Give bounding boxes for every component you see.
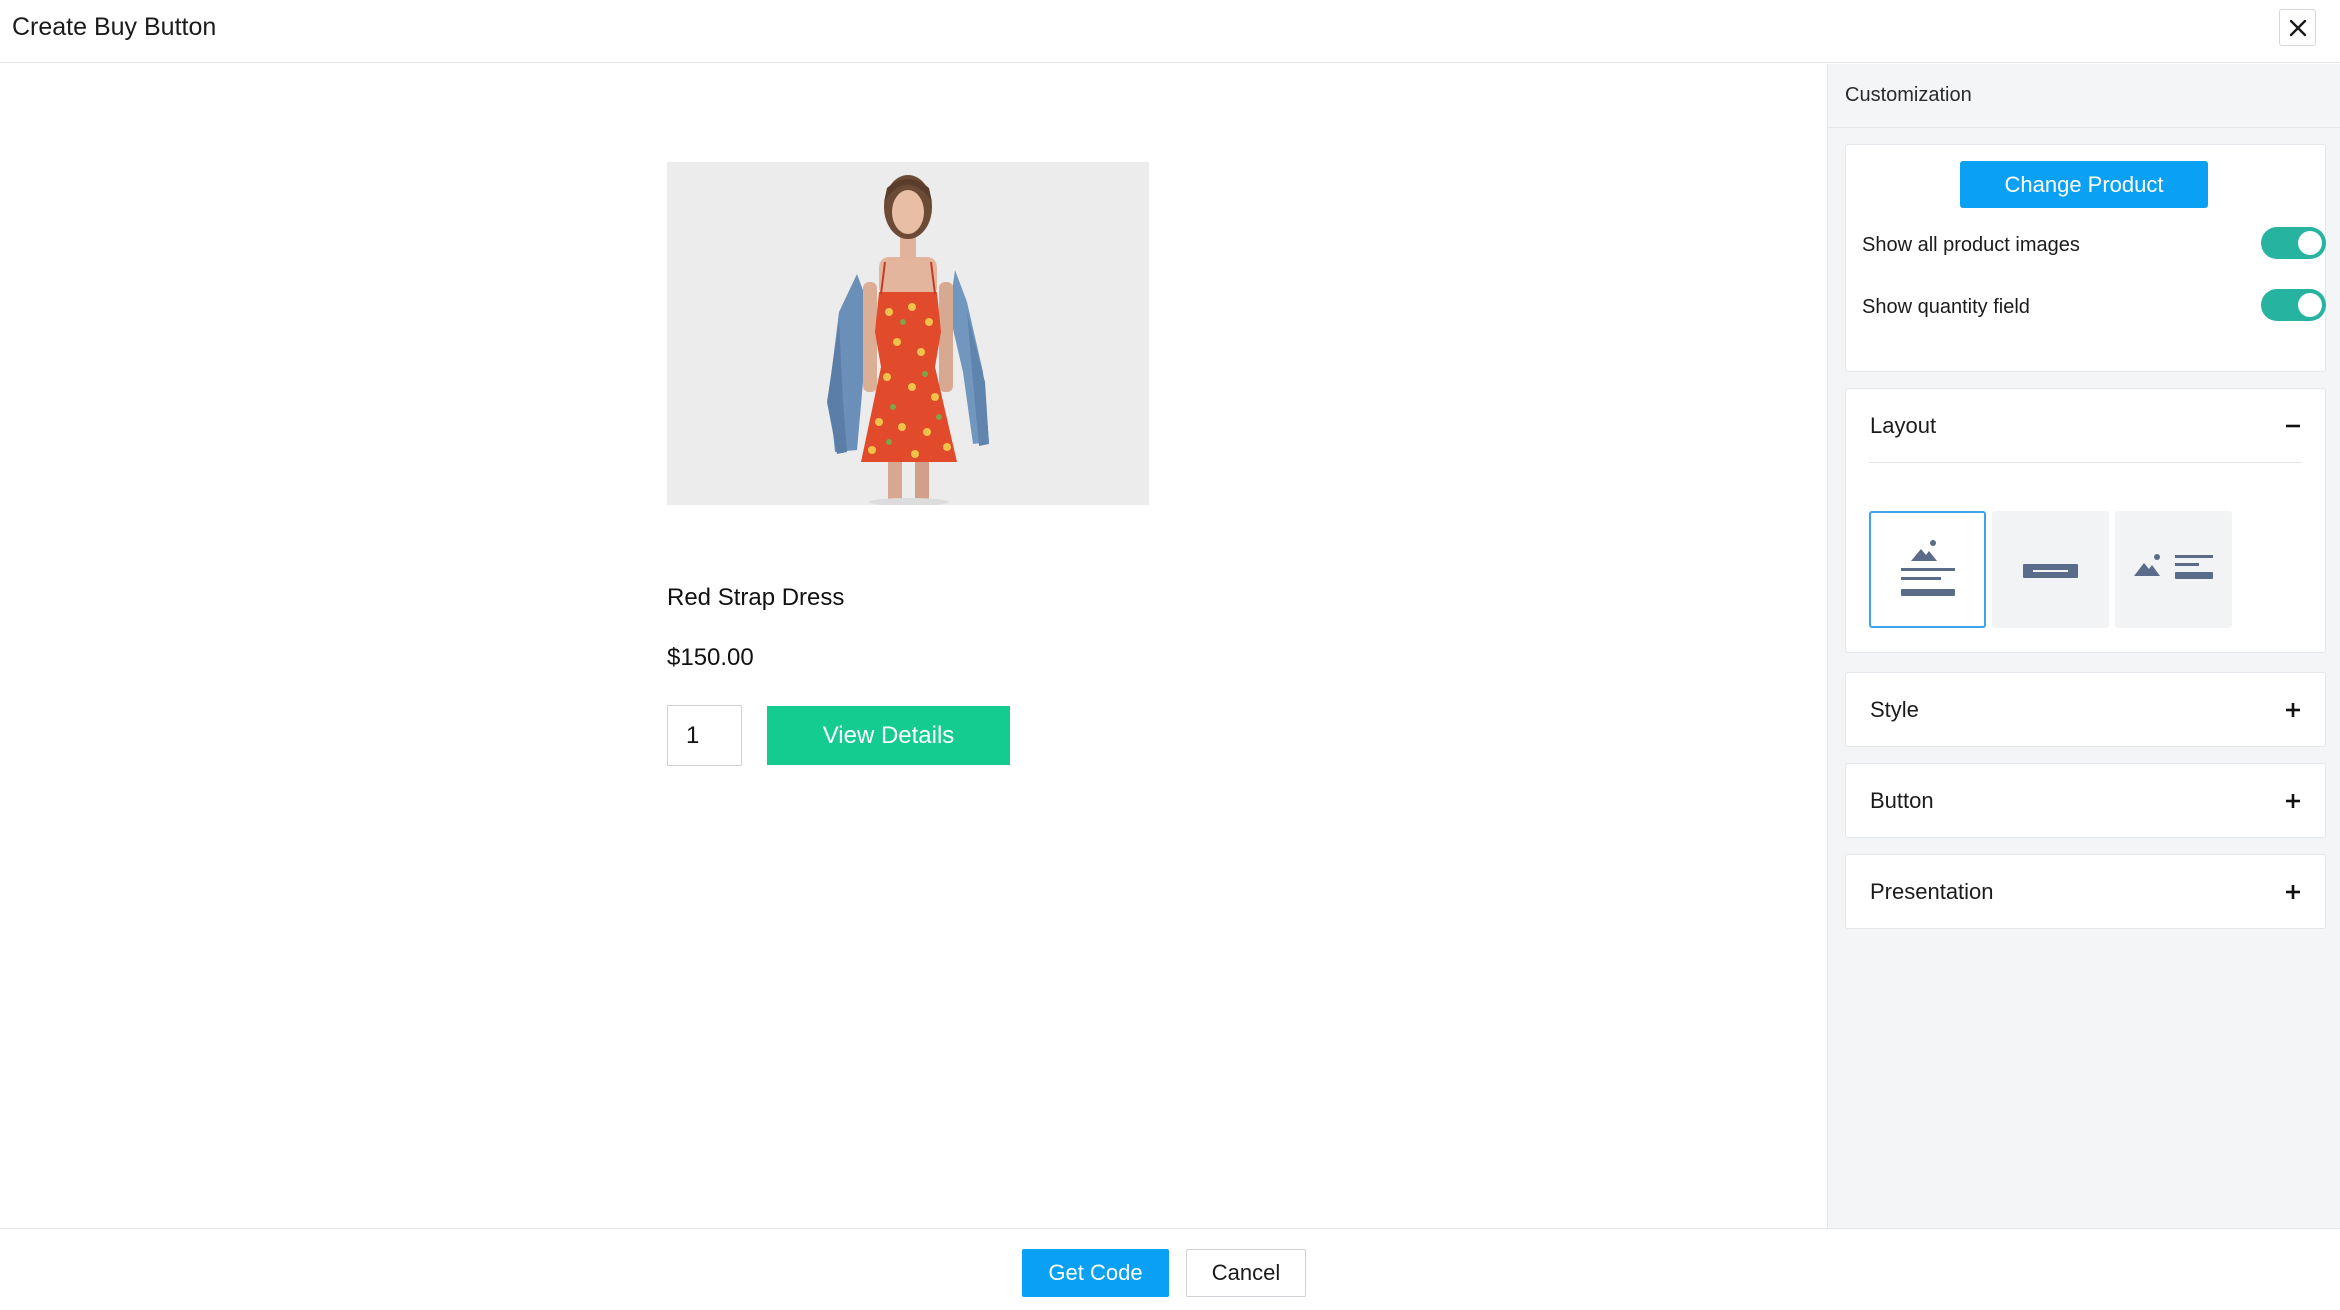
- toggle-knob: [2298, 293, 2322, 317]
- show-quantity-label: Show quantity field: [1862, 296, 2030, 318]
- show-all-images-toggle[interactable]: [2261, 227, 2326, 259]
- customization-sidebar: Customization Change Product Show all pr…: [1827, 64, 2340, 1228]
- dialog-header: Create Buy Button: [0, 0, 2340, 63]
- dialog-footer: Get Code Cancel: [0, 1228, 2340, 1310]
- layout-section-title[interactable]: Layout: [1870, 413, 1936, 439]
- plus-icon[interactable]: [2283, 882, 2303, 902]
- preview-area: Red Strap Dress $150.00 View Details: [0, 64, 1827, 1228]
- show-quantity-row: Show quantity field: [1862, 289, 2326, 325]
- image-beside-details-layout-icon: [2134, 554, 2213, 579]
- dialog-title: Create Buy Button: [12, 13, 217, 41]
- image-above-details-layout-icon: [1901, 540, 1955, 596]
- style-section-title[interactable]: Style: [1870, 697, 1919, 723]
- button-only-layout-icon: [2023, 564, 2078, 578]
- close-button[interactable]: [2279, 9, 2316, 46]
- presentation-section-title[interactable]: Presentation: [1870, 879, 1994, 905]
- quantity-input[interactable]: [667, 705, 742, 766]
- style-section[interactable]: Style: [1845, 672, 2326, 747]
- close-icon: [2289, 19, 2306, 36]
- product-photo: [667, 162, 1149, 505]
- layout-option-image-above[interactable]: [1869, 511, 1986, 628]
- toggle-knob: [2298, 231, 2322, 255]
- product-options-card: Change Product Show all product images S…: [1845, 144, 2326, 372]
- layout-option-button-only[interactable]: [1992, 511, 2109, 628]
- layout-option-image-beside[interactable]: [2115, 511, 2232, 628]
- view-details-button[interactable]: View Details: [767, 706, 1010, 765]
- show-all-images-label: Show all product images: [1862, 234, 2080, 256]
- sidebar-title: Customization: [1845, 84, 1972, 106]
- layout-section: Layout: [1845, 388, 2326, 653]
- product-name: Red Strap Dress: [667, 584, 845, 611]
- get-code-button[interactable]: Get Code: [1022, 1249, 1169, 1297]
- change-product-button[interactable]: Change Product: [1960, 161, 2208, 208]
- layout-divider: [1869, 462, 2302, 463]
- plus-icon[interactable]: [2283, 700, 2303, 720]
- show-quantity-toggle[interactable]: [2261, 289, 2326, 321]
- plus-icon[interactable]: [2283, 791, 2303, 811]
- button-section[interactable]: Button: [1845, 763, 2326, 838]
- presentation-section[interactable]: Presentation: [1845, 854, 2326, 929]
- button-section-title[interactable]: Button: [1870, 788, 1934, 814]
- show-all-images-row: Show all product images: [1862, 227, 2326, 263]
- product-image: [667, 162, 1149, 505]
- minus-icon[interactable]: [2283, 416, 2303, 436]
- sidebar-header: Customization: [1828, 64, 2340, 128]
- cancel-button[interactable]: Cancel: [1186, 1249, 1306, 1297]
- product-price: $150.00: [667, 644, 754, 671]
